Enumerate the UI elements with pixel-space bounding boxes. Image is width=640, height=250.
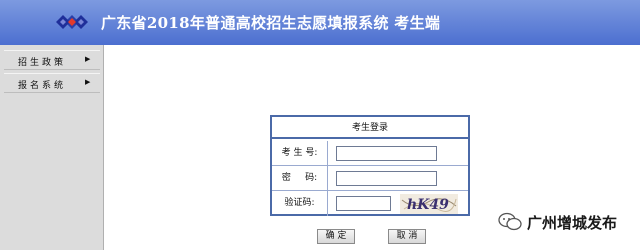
wechat-icon — [498, 212, 522, 231]
password-input[interactable] — [336, 171, 437, 186]
candidate-number-input[interactable] — [336, 146, 437, 161]
watermark-text: 广州增城发布 — [527, 214, 618, 232]
diamond-logo-icon — [56, 15, 88, 29]
captcha-label: 验证码: — [272, 191, 328, 216]
password-label: 密 码: — [272, 166, 328, 191]
login-panel: 考生登录 考 生 号: 密 码: 验证码: hK49 — [270, 115, 470, 216]
sidebar-item-admission-policy[interactable]: 招生政策 ▶ — [4, 50, 100, 70]
captcha-text: hK49 — [407, 197, 449, 213]
cancel-button[interactable]: 取 消 — [388, 229, 426, 244]
candidate-number-label: 考 生 号: — [272, 141, 328, 166]
captcha-row: 验证码: hK49 — [272, 191, 468, 216]
password-row: 密 码: — [272, 166, 468, 191]
candidate-number-row: 考 生 号: — [272, 141, 468, 166]
app-title: 广东省2018年普通高校招生志愿填报系统 考生端 — [101, 14, 441, 32]
sidebar-item-label: 报名系统 — [18, 81, 67, 91]
login-title: 考生登录 — [272, 117, 468, 139]
sidebar: 招生政策 ▶ 报名系统 ▶ — [0, 45, 104, 250]
page: 广东省2018年普通高校招生志愿填报系统 考生端 招生政策 ▶ 报名系统 ▶ 考… — [0, 0, 640, 250]
confirm-button[interactable]: 确 定 — [317, 229, 355, 244]
triangle-right-icon: ▶ — [85, 78, 91, 86]
sidebar-item-registration-system[interactable]: 报名系统 ▶ — [4, 73, 100, 93]
header-bar: 广东省2018年普通高校招生志愿填报系统 考生端 — [0, 0, 640, 45]
sidebar-item-label: 招生政策 — [18, 58, 67, 68]
triangle-right-icon: ▶ — [85, 55, 91, 63]
captcha-noise: hK49 — [401, 197, 457, 213]
captcha-image[interactable]: hK49 — [400, 194, 458, 214]
captcha-input[interactable] — [336, 196, 391, 211]
